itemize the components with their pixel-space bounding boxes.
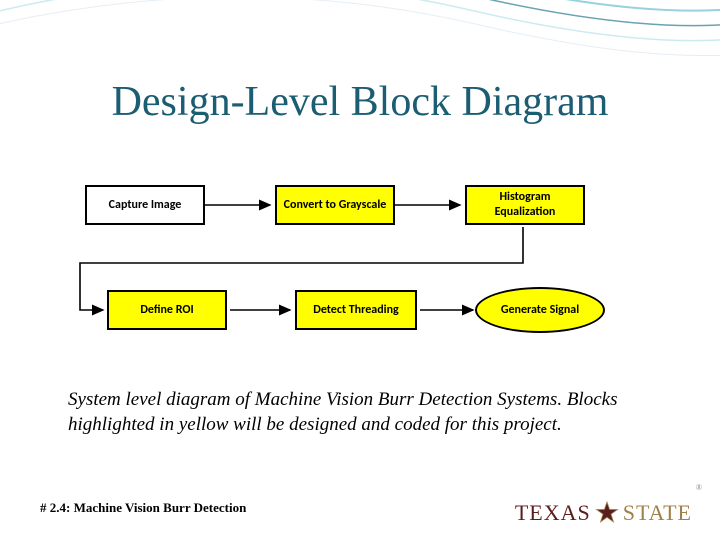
slide-title: Design-Level Block Diagram [0,78,720,126]
block-label: Define ROI [140,303,193,318]
block-capture-image: Capture Image [85,185,205,225]
block-label: Capture Image [109,198,182,213]
logo-text-texas: TEXAS [515,500,591,526]
block-detect-threading: Detect Threading [295,290,417,330]
block-label: Histogram Equalization [471,190,579,220]
block-histogram-eq: Histogram Equalization [465,185,585,225]
footer-reference: # 2.4: Machine Vision Burr Detection [40,500,246,516]
block-convert-grayscale: Convert to Grayscale [275,185,395,225]
block-label: Generate Signal [501,303,579,317]
texas-state-logo: TEXAS STATE [515,500,692,526]
block-generate-signal: Generate Signal [475,287,605,333]
caption-text: System level diagram of Machine Vision B… [68,388,658,437]
trademark-icon: ® [696,483,702,492]
star-icon [595,501,619,525]
logo-text-state: STATE [623,500,692,526]
block-define-roi: Define ROI [107,290,227,330]
block-diagram: Capture Image Convert to Grayscale Histo… [75,175,645,360]
block-label: Detect Threading [313,303,398,318]
block-label: Convert to Grayscale [284,198,387,213]
